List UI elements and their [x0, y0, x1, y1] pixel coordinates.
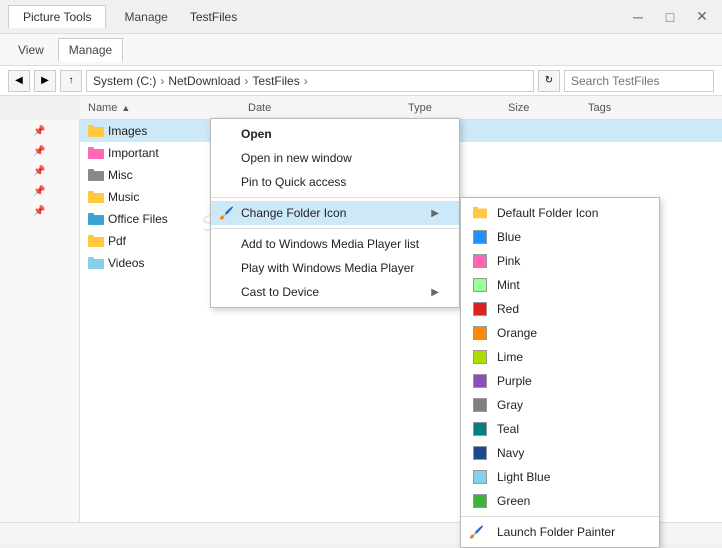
submenu-pink[interactable]: Pink — [461, 249, 659, 273]
submenu-divider — [461, 516, 659, 517]
submenu-mint[interactable]: Mint — [461, 273, 659, 297]
ribbon: View Manage — [0, 34, 722, 66]
swatch-gray — [473, 398, 487, 412]
minimize-button[interactable]: ─ — [626, 5, 650, 29]
folder-icon-important — [88, 145, 104, 161]
submenu-orange[interactable]: Orange — [461, 321, 659, 345]
swatch-lime — [473, 350, 487, 364]
pin-icon-1[interactable]: 📌 — [33, 126, 47, 140]
pin-icon-5[interactable]: 📌 — [33, 206, 47, 220]
column-header: Name ▲ Date Type Size Tags — [80, 96, 722, 120]
folder-icon-misc — [88, 167, 104, 183]
default-folder-swatch — [473, 206, 487, 220]
ctx-open-new-window[interactable]: Open in new window — [211, 146, 459, 170]
ctx-play-wmp[interactable]: Play with Windows Media Player — [211, 256, 459, 280]
ribbon-tab-manage[interactable]: Manage — [58, 38, 123, 62]
submenu-launch-painter[interactable]: 🖌️ Launch Folder Painter — [461, 520, 659, 544]
submenu-green[interactable]: Green — [461, 489, 659, 513]
submenu-default[interactable]: Default Folder Icon — [461, 201, 659, 225]
ctx-open[interactable]: Open — [211, 122, 459, 146]
painter-icon: 🖌️ — [469, 525, 484, 539]
back-button[interactable]: ◀ — [8, 70, 30, 92]
submenu-lightblue[interactable]: Light Blue — [461, 465, 659, 489]
col-date-header[interactable]: Date — [248, 102, 408, 114]
submenu-red[interactable]: Red — [461, 297, 659, 321]
swatch-lightblue — [473, 470, 487, 484]
ctx-pin-quick-access[interactable]: Pin to Quick access — [211, 170, 459, 194]
submenu-purple[interactable]: Purple — [461, 369, 659, 393]
close-button[interactable]: ✕ — [690, 5, 714, 29]
ctx-cast-device[interactable]: Cast to Device ▶ — [211, 280, 459, 304]
pin-icon-3[interactable]: 📌 — [33, 166, 47, 180]
swatch-blue — [473, 230, 487, 244]
ctx-divider-2 — [211, 228, 459, 229]
search-input[interactable] — [564, 70, 714, 92]
swatch-red — [473, 302, 487, 316]
swatch-mint — [473, 278, 487, 292]
breadcrumb-sep-1: › — [160, 74, 164, 88]
ctx-divider-1 — [211, 197, 459, 198]
maximize-button[interactable]: □ — [658, 5, 682, 29]
context-menu: Open Open in new window Pin to Quick acc… — [210, 118, 460, 308]
swatch-purple — [473, 374, 487, 388]
window-title: TestFiles — [190, 10, 237, 24]
refresh-button[interactable]: ↻ — [538, 70, 560, 92]
paint-icon: 🖌️ — [219, 206, 234, 220]
swatch-teal — [473, 422, 487, 436]
submenu-gray[interactable]: Gray — [461, 393, 659, 417]
forward-button[interactable]: ▶ — [34, 70, 56, 92]
breadcrumb-sep-2: › — [244, 74, 248, 88]
tab-picture-tools[interactable]: Picture Tools — [8, 5, 106, 28]
swatch-green — [473, 494, 487, 508]
col-name-header[interactable]: Name ▲ — [88, 102, 248, 114]
submenu-navy[interactable]: Navy — [461, 441, 659, 465]
swatch-navy — [473, 446, 487, 460]
submenu-teal[interactable]: Teal — [461, 417, 659, 441]
breadcrumb-sep-3: › — [304, 74, 308, 88]
ctx-change-folder-icon[interactable]: 🖌️ Change Folder Icon ▶ — [211, 201, 459, 225]
ribbon-tab-view[interactable]: View — [8, 39, 54, 61]
title-bar: Picture Tools Manage TestFiles ─ □ ✕ — [0, 0, 722, 34]
swatch-pink — [473, 254, 487, 268]
submenu-arrow-1: ▶ — [431, 208, 439, 219]
breadcrumb[interactable]: System (C:) › NetDownload › TestFiles › — [86, 70, 534, 92]
breadcrumb-part-1[interactable]: System (C:) — [93, 74, 156, 88]
col-tags-header[interactable]: Tags — [588, 102, 611, 114]
folder-icon-music — [88, 189, 104, 205]
up-button[interactable]: ↑ — [60, 70, 82, 92]
col-type-header[interactable]: Type — [408, 102, 508, 114]
folder-icon-images — [88, 123, 104, 139]
folder-icon-pdf — [88, 233, 104, 249]
breadcrumb-part-2[interactable]: NetDownload — [168, 74, 240, 88]
breadcrumb-part-3[interactable]: TestFiles — [252, 74, 299, 88]
ctx-add-wmp-list[interactable]: Add to Windows Media Player list — [211, 232, 459, 256]
folder-icon-officefiles — [88, 211, 104, 227]
col-size-header[interactable]: Size — [508, 102, 588, 114]
sidebar: 📌 📌 📌 📌 📌 — [0, 120, 80, 544]
pin-icon-2[interactable]: 📌 — [33, 146, 47, 160]
address-bar: ◀ ▶ ↑ System (C:) › NetDownload › TestFi… — [0, 66, 722, 96]
swatch-orange — [473, 326, 487, 340]
submenu-blue[interactable]: Blue — [461, 225, 659, 249]
tab-manage[interactable]: Manage — [110, 6, 181, 28]
pin-icon-4[interactable]: 📌 — [33, 186, 47, 200]
folder-icon-submenu: Default Folder Icon Blue Pink Mint Red O… — [460, 197, 660, 548]
submenu-lime[interactable]: Lime — [461, 345, 659, 369]
window-controls: ─ □ ✕ — [626, 5, 714, 29]
submenu-arrow-2: ▶ — [431, 287, 439, 298]
folder-icon-videos — [88, 255, 104, 271]
